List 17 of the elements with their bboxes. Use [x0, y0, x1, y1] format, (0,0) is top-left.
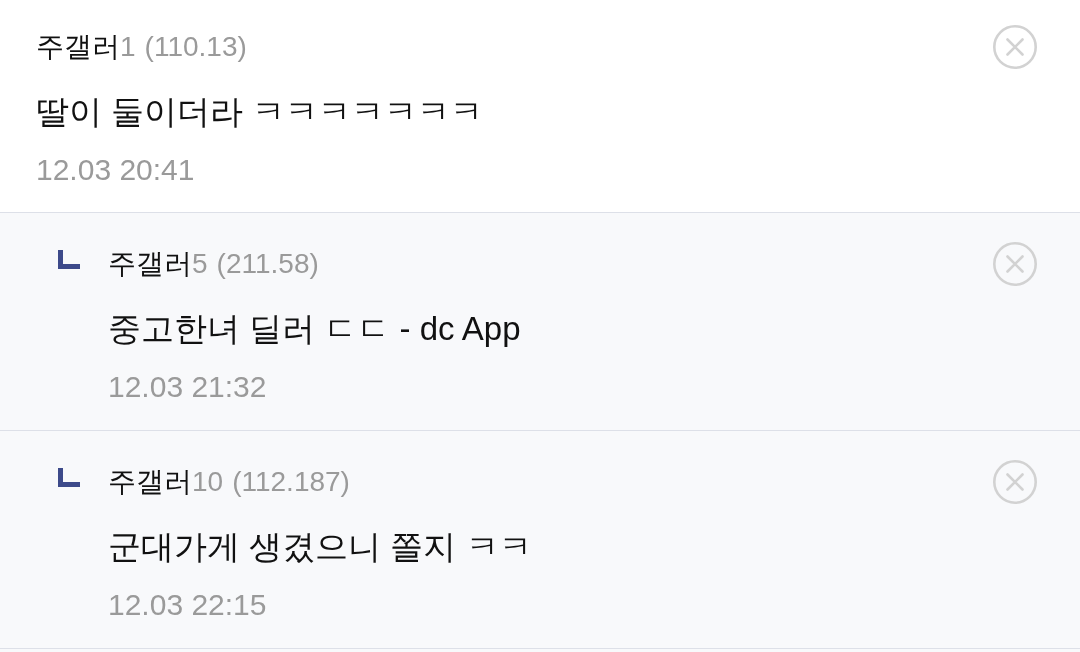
reply-indicator-icon [58, 468, 80, 487]
comment-text: 군대가게 생겼으니 쫄지 ㅋㅋ [108, 527, 533, 567]
close-icon[interactable] [993, 242, 1037, 286]
author-name: 주갤러5 [108, 247, 208, 281]
reply-indicator-icon [58, 250, 80, 269]
author-name: 주갤러 10 [108, 465, 224, 499]
ip-address: (110.13) [144, 30, 247, 64]
comment-text: 딸이 둘이더라 ㅋㅋㅋㅋㅋㅋㅋ [36, 92, 485, 132]
comment-time: 12.03 21:32 [108, 369, 268, 405]
comment-time: 12.03 22:15 [108, 587, 268, 623]
ip-address: (112.187) [232, 465, 350, 499]
close-icon[interactable] [993, 25, 1037, 69]
comment-time: 12.03 20:41 [36, 152, 196, 188]
ip-address: (211.58) [216, 247, 319, 281]
comment-text: 중고한녀 딜러 ㄷㄷ - dc App [108, 309, 522, 349]
close-icon[interactable] [993, 460, 1037, 504]
author-name: 주갤러 1 [36, 30, 136, 64]
